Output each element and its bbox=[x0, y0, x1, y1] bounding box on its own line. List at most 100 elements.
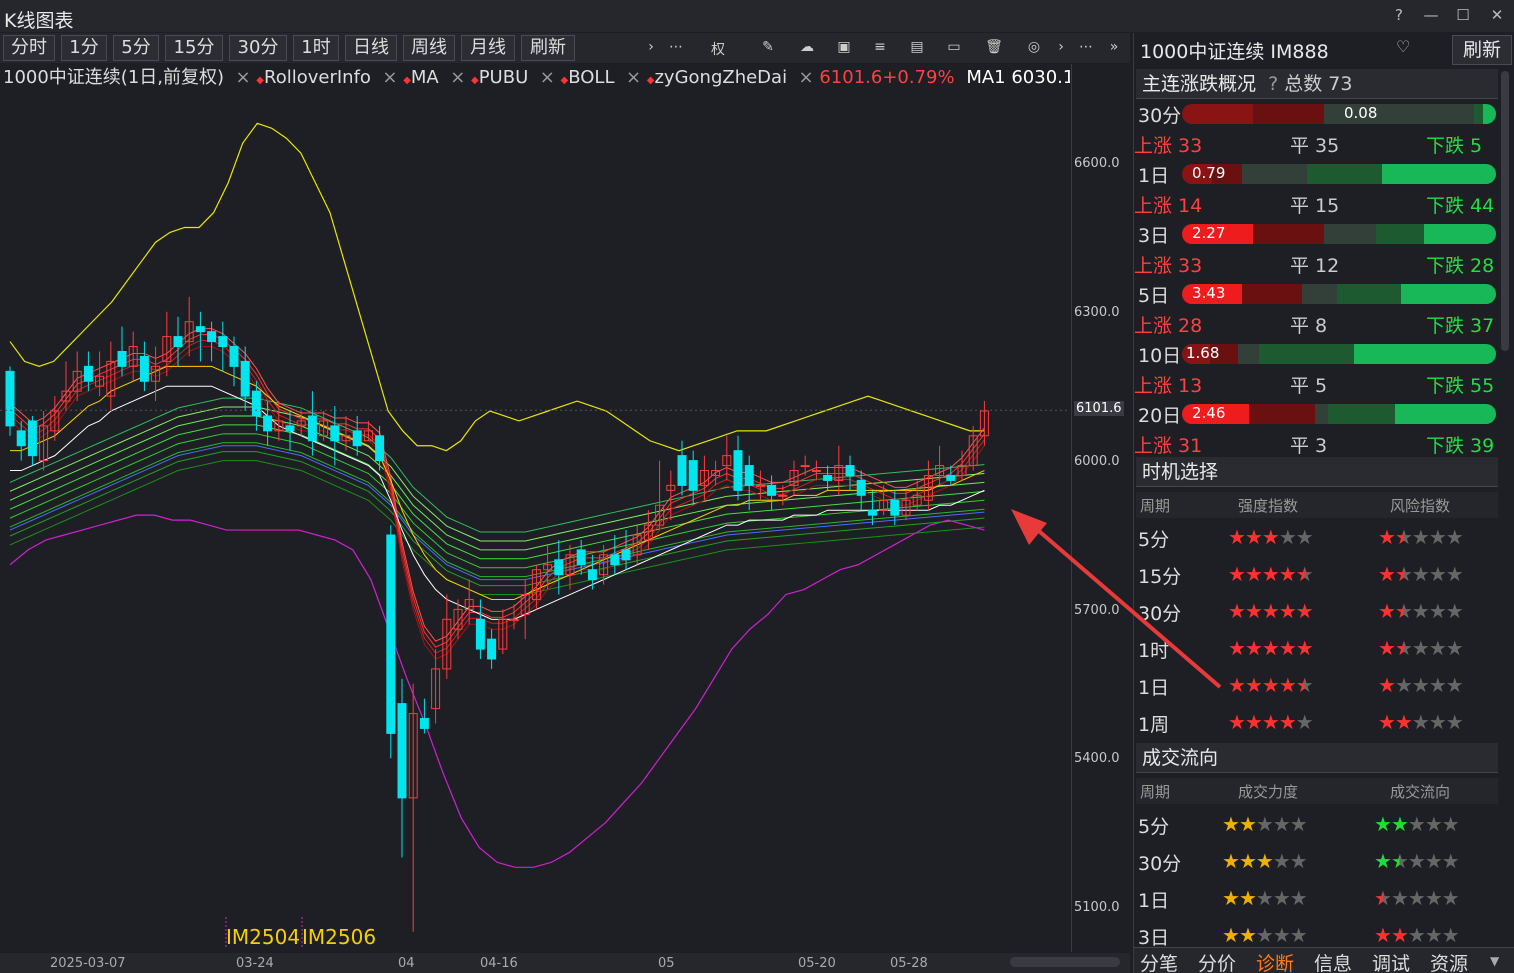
tab-xinxi[interactable]: 信息 bbox=[1314, 949, 1352, 973]
target-icon[interactable]: ◎ bbox=[1024, 39, 1044, 55]
chevron-right-icon[interactable]: › bbox=[641, 39, 661, 55]
timing-title: 时机选择 bbox=[1142, 461, 1219, 483]
flat-count: 平 15 bbox=[1290, 195, 1340, 217]
favorite-icon[interactable]: ♡ bbox=[1396, 37, 1410, 56]
candle-body bbox=[509, 618, 519, 621]
period-1hour[interactable]: 1时 bbox=[293, 35, 339, 61]
direction-stars: ★★★★★ bbox=[1374, 923, 1460, 947]
refresh-button[interactable]: 刷新 bbox=[521, 35, 575, 61]
candle-body bbox=[946, 474, 956, 481]
col-force: 成交力度 bbox=[1238, 783, 1299, 801]
horizontal-scrollbar[interactable] bbox=[1010, 957, 1120, 967]
remove-icon[interactable]: × bbox=[444, 65, 471, 91]
flow-header: 成交流向 bbox=[1136, 743, 1498, 773]
panel-scrollbar[interactable] bbox=[1501, 71, 1509, 351]
scroll-down-icon[interactable]: ▼ bbox=[1490, 954, 1499, 968]
ma-white-line bbox=[10, 385, 985, 620]
col-period: 周期 bbox=[1140, 783, 1171, 801]
trash-icon[interactable]: 🗑 bbox=[984, 39, 1004, 55]
remove-icon[interactable]: × bbox=[377, 65, 404, 91]
close-icon[interactable]: ✕ bbox=[1486, 6, 1508, 24]
question-icon[interactable]: ? bbox=[1268, 73, 1278, 95]
indicator-pubu[interactable]: PUBU bbox=[479, 65, 529, 91]
indicator-ma[interactable]: MA bbox=[411, 65, 439, 91]
indicator-boll[interactable]: BOLL bbox=[568, 65, 614, 91]
remove-icon[interactable]: × bbox=[230, 65, 257, 91]
bottom-tabs: 分笔 分价 诊断 信息 调试 资源 ▼ bbox=[1134, 947, 1514, 973]
x-tick: 03-24 bbox=[236, 956, 274, 971]
candle-body bbox=[845, 465, 855, 476]
tab-fenjia[interactable]: 分价 bbox=[1198, 949, 1236, 973]
cloud-icon[interactable]: ☁ bbox=[797, 39, 817, 55]
flat-count: 平 5 bbox=[1290, 375, 1328, 397]
remove-icon[interactable]: × bbox=[793, 65, 820, 91]
double-chevron-icon[interactable]: » bbox=[1104, 39, 1124, 55]
period-1min[interactable]: 1分 bbox=[61, 35, 107, 61]
weight-button[interactable]: 权 bbox=[708, 39, 728, 59]
up-count: 上涨 28 bbox=[1134, 315, 1203, 337]
candle-body bbox=[811, 470, 821, 473]
instrument-label: 1000中证连续(1日,前复权) bbox=[3, 67, 225, 88]
maximize-icon[interactable]: ☐ bbox=[1452, 6, 1474, 24]
tab-fenbi[interactable]: 分笔 bbox=[1140, 949, 1178, 973]
indicator-zygongzhedai[interactable]: zyGongZheDai bbox=[654, 65, 787, 91]
window-title: K线图表 bbox=[4, 10, 74, 32]
candle-body bbox=[554, 559, 564, 576]
summary-title: 主连涨跌概况 bbox=[1142, 73, 1257, 95]
ma-yellow-line bbox=[10, 365, 985, 600]
candle-body bbox=[5, 370, 15, 427]
candle-body bbox=[139, 355, 149, 382]
direction-stars: ★★★★★ bbox=[1374, 812, 1460, 836]
candle-body bbox=[419, 718, 429, 729]
summary-header: 主连涨跌概况 ? 总数 73 bbox=[1136, 69, 1498, 99]
candle-body bbox=[890, 499, 900, 516]
row-period: 10日 bbox=[1138, 345, 1182, 367]
minimize-icon[interactable]: — bbox=[1420, 6, 1442, 24]
period-tick[interactable]: 分时 bbox=[3, 35, 55, 61]
candle-body bbox=[856, 479, 866, 496]
candlestick-chart[interactable] bbox=[0, 92, 1070, 952]
period-daily[interactable]: 日线 bbox=[345, 35, 397, 61]
indicator-rollover[interactable]: RolloverInfo bbox=[264, 65, 371, 91]
candle-body bbox=[173, 336, 183, 348]
period-30min[interactable]: 30分 bbox=[229, 35, 287, 61]
period-weekly[interactable]: 周线 bbox=[403, 35, 455, 61]
ratio-bar bbox=[1182, 344, 1496, 364]
row-period: 30分 bbox=[1138, 105, 1182, 127]
panel-refresh-button[interactable]: 刷新 bbox=[1452, 35, 1512, 65]
draw-pen-icon[interactable]: ✎ bbox=[758, 39, 778, 55]
remove-icon[interactable]: × bbox=[534, 65, 561, 91]
image-icon[interactable]: ▣ bbox=[834, 39, 854, 55]
ratio-value: 0.79 bbox=[1192, 164, 1226, 182]
force-stars: ★★★★★ bbox=[1222, 812, 1308, 836]
flow-period: 5分 bbox=[1138, 816, 1170, 838]
chevron-right2-icon[interactable]: › bbox=[1051, 39, 1071, 55]
tab-zhenduan[interactable]: 诊断 bbox=[1256, 949, 1294, 973]
window-icon[interactable]: ▭ bbox=[944, 39, 964, 55]
ratio-bar bbox=[1182, 404, 1496, 424]
force-stars: ★★★★★ bbox=[1222, 849, 1308, 873]
more2-icon[interactable]: ⋯ bbox=[1076, 39, 1096, 55]
tab-ziyuan[interactable]: 资源 bbox=[1430, 949, 1468, 973]
ratio-value: 2.46 bbox=[1192, 404, 1226, 422]
last-price-tag: 6101.6 bbox=[1074, 401, 1124, 416]
ma-line bbox=[9, 340, 985, 654]
candle-body bbox=[83, 365, 93, 382]
up-count: 上涨 33 bbox=[1134, 255, 1203, 277]
candle-body bbox=[229, 346, 239, 367]
settings-sliders-icon[interactable]: ≡ bbox=[870, 39, 890, 55]
candle-body bbox=[778, 494, 788, 497]
period-5min[interactable]: 5分 bbox=[113, 35, 159, 61]
candle-body bbox=[576, 549, 586, 566]
candle-body bbox=[867, 509, 877, 516]
help-icon[interactable]: ? bbox=[1388, 6, 1410, 24]
remove-icon[interactable]: × bbox=[620, 65, 647, 91]
calculator-icon[interactable]: ▤ bbox=[907, 39, 927, 55]
row-period: 20日 bbox=[1138, 405, 1182, 427]
more-icon[interactable]: ⋯ bbox=[666, 39, 686, 55]
y-tick: 6600.0 bbox=[1074, 156, 1120, 171]
x-tick: 04 bbox=[398, 956, 415, 971]
period-15min[interactable]: 15分 bbox=[165, 35, 223, 61]
period-monthly[interactable]: 月线 bbox=[461, 35, 515, 61]
tab-tiaoshi[interactable]: 调试 bbox=[1372, 949, 1410, 973]
